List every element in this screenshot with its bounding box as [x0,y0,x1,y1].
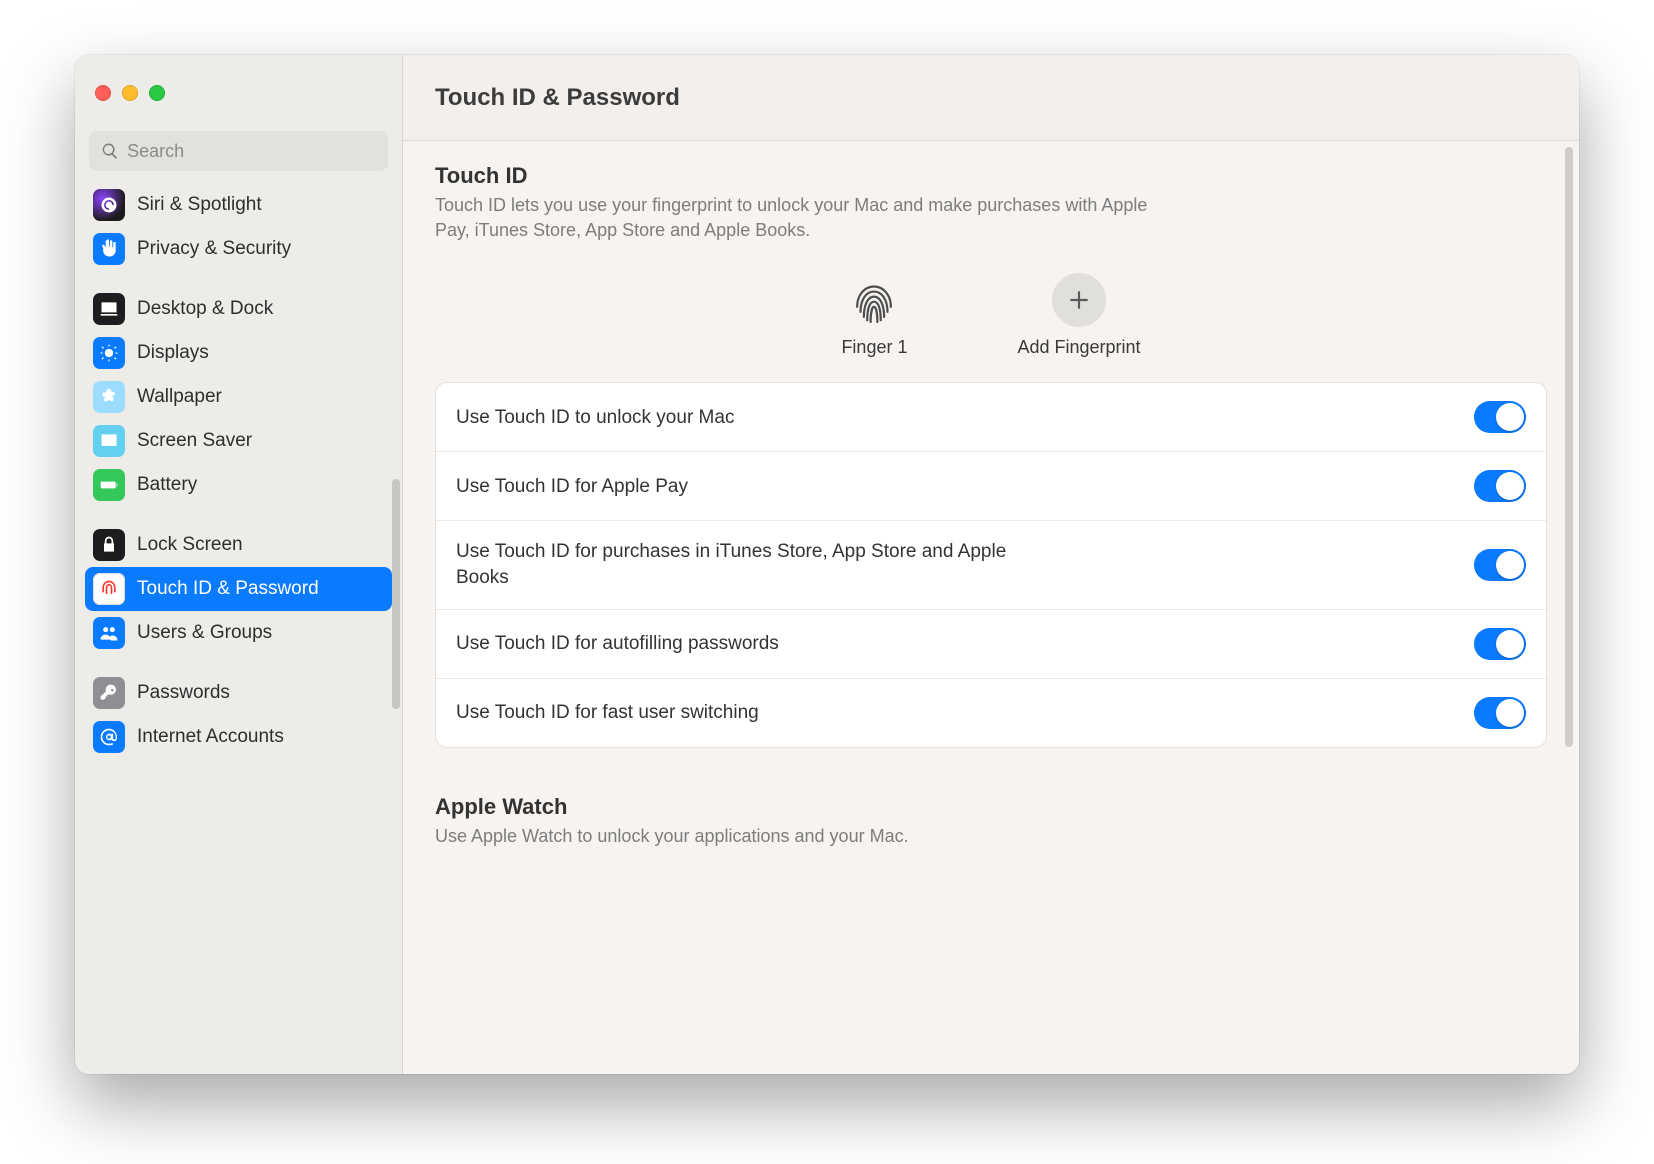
applewatch-section-desc: Use Apple Watch to unlock your applicati… [435,824,1175,849]
fingerprint-item[interactable]: Finger 1 [841,273,907,358]
main-pane: Touch ID & Password Touch ID Touch ID le… [403,55,1579,1074]
sidebar-item-label: Internet Accounts [137,726,284,748]
sidebar-item-label: Displays [137,342,209,364]
sidebar-item-label: Screen Saver [137,430,252,452]
sidebar-item-label: Lock Screen [137,534,243,556]
add-fingerprint-button[interactable]: Add Fingerprint [1017,273,1140,358]
flower-icon [93,381,125,413]
screensaver-icon [93,425,125,457]
sidebar-item-siri-spotlight[interactable]: Siri & Spotlight [85,183,392,227]
sidebar-item-label: Desktop & Dock [137,298,273,320]
at-icon [93,721,125,753]
hand-icon [93,233,125,265]
sidebar-item-displays[interactable]: Displays [85,331,392,375]
sidebar-item-users-groups[interactable]: Users & Groups [85,611,392,655]
touchid-option-row: Use Touch ID for Apple Pay [436,451,1546,520]
sun-icon [93,337,125,369]
option-label: Use Touch ID for fast user switching [456,700,759,726]
sidebar-item-label: Wallpaper [137,386,222,408]
sidebar-nav: Siri & Spotlight Privacy & Security Deskto… [75,179,402,1074]
option-toggle[interactable] [1474,628,1526,660]
touchid-option-row: Use Touch ID for purchases in iTunes Sto… [436,520,1546,608]
search-input[interactable] [127,141,376,162]
users-icon [93,617,125,649]
sidebar-item-privacy-security[interactable]: Privacy & Security [85,227,392,271]
sidebar-item-label: Passwords [137,682,230,704]
option-toggle[interactable] [1474,401,1526,433]
sidebar-item-label: Users & Groups [137,622,272,644]
titlebar [75,55,402,131]
sidebar-item-label: Touch ID & Password [137,578,319,600]
page-title: Touch ID & Password [403,55,1579,141]
sidebar-item-internet-accounts[interactable]: Internet Accounts [85,715,392,759]
sidebar-item-label: Siri & Spotlight [137,194,262,216]
battery-icon [93,469,125,501]
sidebar-item-passwords[interactable]: Passwords [85,671,392,715]
option-label: Use Touch ID for Apple Pay [456,474,688,500]
touchid-section-title: Touch ID [435,163,1547,189]
main-scrollbar[interactable] [1565,147,1573,747]
touchid-option-row: Use Touch ID for fast user switching [436,678,1546,747]
search-field[interactable] [89,131,388,171]
sidebar-item-wallpaper[interactable]: Wallpaper [85,375,392,419]
search-icon [101,141,119,161]
option-label: Use Touch ID to unlock your Mac [456,405,734,431]
settings-window: Siri & Spotlight Privacy & Security Deskto… [75,55,1579,1074]
window-close-button[interactable] [95,85,111,101]
window-minimize-button[interactable] [122,85,138,101]
sidebar-scrollbar[interactable] [392,479,400,709]
sidebar-item-battery[interactable]: Battery [85,463,392,507]
add-fingerprint-label: Add Fingerprint [1017,337,1140,358]
touchid-section-desc: Touch ID lets you use your fingerprint t… [435,193,1175,243]
sidebar-item-touch-id-password[interactable]: Touch ID & Password [85,567,392,611]
fingerprint-icon [93,573,125,605]
window-zoom-button[interactable] [149,85,165,101]
fingerprint-label: Finger 1 [841,337,907,358]
sidebar-item-label: Battery [137,474,197,496]
option-toggle[interactable] [1474,549,1526,581]
touchid-option-row: Use Touch ID for autofilling passwords [436,609,1546,678]
option-label: Use Touch ID for purchases in iTunes Sto… [456,539,1016,590]
plus-icon [1052,273,1106,327]
key-icon [93,677,125,709]
lock-icon [93,529,125,561]
sidebar-item-lock-screen[interactable]: Lock Screen [85,523,392,567]
sidebar: Siri & Spotlight Privacy & Security Deskto… [75,55,403,1074]
sidebar-item-label: Privacy & Security [137,238,291,260]
option-label: Use Touch ID for autofilling passwords [456,631,779,657]
touchid-options-panel: Use Touch ID to unlock your Mac Use Touch… [435,382,1547,747]
sidebar-item-screen-saver[interactable]: Screen Saver [85,419,392,463]
option-toggle[interactable] [1474,697,1526,729]
sidebar-item-desktop-dock[interactable]: Desktop & Dock [85,287,392,331]
fingerprint-icon [847,273,901,327]
dock-icon [93,293,125,325]
applewatch-section-title: Apple Watch [435,794,1547,820]
touchid-option-row: Use Touch ID to unlock your Mac [436,383,1546,451]
option-toggle[interactable] [1474,470,1526,502]
siri-icon [93,189,125,221]
